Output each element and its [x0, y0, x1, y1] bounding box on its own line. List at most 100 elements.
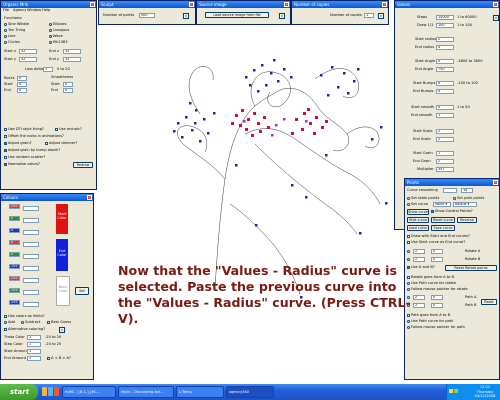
end-scale-field[interactable]: 2	[436, 137, 454, 142]
end-y-field[interactable]: 32	[63, 57, 81, 62]
steps-field[interactable]: 15000	[436, 15, 454, 20]
close-icon[interactable]: ×	[493, 2, 498, 7]
close-icon[interactable]: ×	[284, 2, 289, 7]
start-blue-slider[interactable]	[23, 230, 39, 235]
back-green-field[interactable]: 255	[9, 288, 20, 293]
quicklaunch-folder-icon[interactable]	[42, 387, 47, 396]
curve-smoothing-field[interactable]: 14	[461, 188, 473, 193]
check-use-colors[interactable]: Use colors as limits?	[4, 314, 45, 319]
start-x-field[interactable]: 32	[19, 49, 37, 54]
quicklaunch-app-icon[interactable]	[54, 387, 59, 396]
check-grain-bump[interactable]: Adjust grain by bump depth?	[4, 148, 60, 153]
alt-color-spin[interactable]: ▾	[59, 327, 65, 333]
load-curve-button[interactable]: Load curve	[407, 225, 429, 231]
check-dti[interactable]: Use DTI style thing?	[4, 127, 44, 132]
back-red-slider[interactable]	[23, 278, 39, 283]
radio-tan[interactable]: Tan Thing	[4, 28, 25, 33]
curve-select-radius[interactable]: Radius ▾	[453, 202, 477, 207]
start-red-field[interactable]: 255	[9, 204, 20, 209]
rocks-field[interactable]: 0	[17, 76, 27, 81]
radio-set-curve[interactable]: Set curve	[407, 202, 428, 207]
end-green-field[interactable]: 0	[9, 252, 20, 257]
end-bumps-field[interactable]: 4	[436, 89, 454, 94]
check-offset-rocks[interactable]: Offset the rocks in animations?	[4, 134, 64, 139]
check-normalise[interactable]: Normalise colors?	[4, 162, 40, 167]
end-x-field[interactable]: 32	[63, 49, 81, 54]
reset-rotate-button[interactable]: Reset Rotate points	[445, 265, 497, 271]
points-titlebar[interactable]: Points ×	[405, 179, 499, 186]
reverse-button[interactable]: Reverse	[457, 217, 477, 223]
radio-ellipses[interactable]: Ellipses	[49, 22, 67, 27]
check-ab[interactable]: A < B > A?	[47, 356, 71, 361]
end-amount-field[interactable]: 1	[27, 356, 41, 361]
start-y-field[interactable]: 32	[19, 57, 37, 62]
sculpt-titlebar[interactable]: Sculpt ×	[99, 1, 195, 8]
radio-rot-b[interactable]	[407, 257, 411, 262]
steps-spin[interactable]: ▾	[493, 15, 499, 21]
radio-sine[interactable]: Sine Wibble	[4, 22, 29, 27]
start-grain-field[interactable]: 1	[436, 151, 454, 156]
step-color-field[interactable]: 1	[27, 342, 41, 347]
radio-subtract[interactable]: Subtract	[21, 320, 40, 325]
task-temp[interactable]: L:Temp	[176, 386, 224, 398]
rot-b-left-field[interactable]: 2	[413, 257, 425, 262]
path-a-right-field[interactable]: 0	[431, 295, 443, 300]
check-alt-coloring[interactable]: Alternative coloring?	[4, 327, 45, 332]
end-green-slider[interactable]	[23, 254, 39, 259]
end-smooth-field[interactable]: 1	[436, 113, 454, 118]
quicklaunch-browser-icon[interactable]	[48, 387, 53, 396]
close-icon[interactable]: ×	[189, 2, 194, 7]
set-button[interactable]: Set	[75, 287, 89, 295]
close-icon[interactable]: ×	[90, 2, 95, 7]
multiplier-field[interactable]: 357	[436, 167, 454, 172]
draw-field[interactable]: 100	[436, 23, 454, 28]
close-icon[interactable]: ×	[87, 195, 92, 200]
start-amount-field[interactable]: 1	[27, 349, 41, 354]
radio-set-path[interactable]: Set path points	[453, 196, 484, 201]
end-grain-field[interactable]: 2	[436, 159, 454, 164]
end-red-slider[interactable]	[23, 242, 39, 247]
end-angle-field[interactable]: 750	[436, 67, 454, 72]
rocks-start-field[interactable]: 0	[17, 82, 27, 87]
end-blue-field[interactable]: 255	[9, 264, 20, 269]
end-radius-field[interactable]: 4	[436, 45, 454, 50]
check-show-control[interactable]: Show Control Points?	[431, 209, 473, 214]
smooth-start-field[interactable]: 0	[63, 82, 73, 87]
hide-curve-button[interactable]: Hide curve	[407, 217, 429, 223]
start-radius-field[interactable]: 2	[436, 37, 454, 42]
back-blue-slider[interactable]	[23, 302, 39, 307]
reset-curve-button[interactable]: Reset curve	[431, 217, 455, 223]
back-green-slider[interactable]	[23, 290, 39, 295]
copies-titlebar[interactable]: Number of copies ×	[292, 1, 388, 8]
radio-wave[interactable]: Wave	[49, 34, 63, 39]
path-b-right-field[interactable]: 0	[431, 303, 443, 308]
check-random-scatter[interactable]: Use random scatter?	[4, 155, 45, 160]
end-blue-slider[interactable]	[23, 266, 39, 271]
start-button[interactable]: start	[0, 384, 38, 400]
save-curve-button[interactable]: Save curve	[431, 225, 455, 231]
back-red-field[interactable]: 255	[9, 276, 20, 281]
end-red-field[interactable]: 0	[9, 240, 20, 245]
rot-a-right-field[interactable]: 0	[431, 249, 443, 254]
check-adjust-dimmer[interactable]: Adjust dimmer?	[45, 141, 77, 146]
reset-path-button[interactable]: Reset	[481, 299, 497, 305]
colors-titlebar[interactable]: Colours ×	[1, 194, 93, 201]
close-icon[interactable]: ×	[493, 180, 498, 185]
check-archaic[interactable]: Use archaic?	[55, 127, 82, 132]
copies-spin[interactable]: ▾	[378, 13, 384, 19]
tray-volume-icon[interactable]	[449, 389, 453, 393]
task-agency[interactable]: agency340	[226, 386, 274, 398]
check-best-guess[interactable]: Best Guess	[47, 320, 71, 325]
points-field[interactable]: 500	[139, 13, 155, 18]
radio-rot-a[interactable]	[407, 249, 411, 254]
start-red-slider[interactable]	[23, 206, 39, 211]
load-spin[interactable]: ▾	[279, 13, 285, 19]
curve-smoothing-slider[interactable]	[443, 188, 457, 193]
load-image-button[interactable]: Load source image from file	[205, 12, 269, 18]
radio-lissajous[interactable]: Lissajous	[49, 28, 69, 33]
redraw-button[interactable]: Redraw	[73, 162, 93, 168]
drawing-canvas[interactable]	[95, 14, 395, 384]
start-green-field[interactable]: 0	[9, 216, 20, 221]
start-scale-field[interactable]: 2	[436, 129, 454, 134]
back-blue-field[interactable]: 255	[9, 300, 20, 305]
